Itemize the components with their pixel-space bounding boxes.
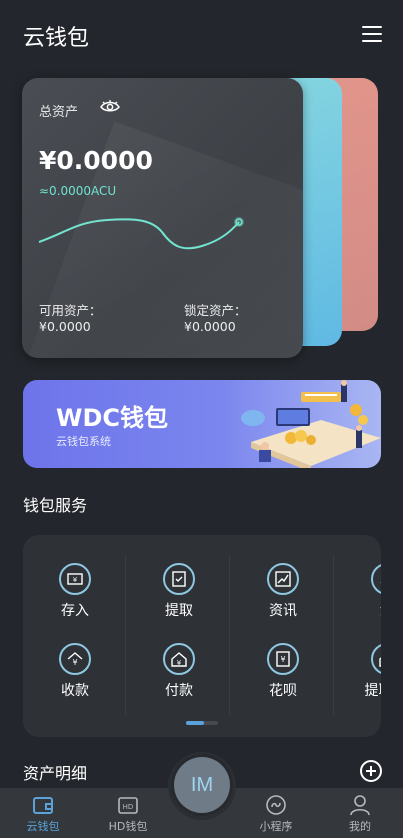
app-title: 云钱包 bbox=[23, 26, 90, 51]
svg-text:¥: ¥ bbox=[177, 659, 182, 667]
app-header: 云钱包 bbox=[0, 0, 403, 70]
available-assets-label: 可用资产： bbox=[39, 303, 102, 318]
nav-mini-program[interactable]: 小程序 bbox=[236, 788, 316, 838]
carousel-pager-active bbox=[186, 721, 204, 725]
service-transfer[interactable]: 划 bbox=[335, 563, 381, 633]
locked-assets-label: 锁定资产： bbox=[184, 303, 247, 318]
service-label: 提取 bbox=[165, 603, 193, 619]
service-label: 花呗 bbox=[269, 683, 297, 699]
banner-subtitle: 云钱包系统 bbox=[56, 435, 111, 448]
trend-wave bbox=[38, 217, 244, 250]
wallet-icon bbox=[33, 797, 53, 814]
news-icon bbox=[267, 563, 299, 595]
im-label: IM bbox=[190, 773, 214, 796]
nav-profile[interactable]: 我的 bbox=[320, 788, 400, 838]
nav-label: 云钱包 bbox=[26, 820, 60, 833]
pay-icon: ¥ bbox=[163, 643, 195, 675]
nav-label: HD钱包 bbox=[108, 820, 148, 833]
transfer-icon bbox=[371, 563, 381, 595]
eye-icon[interactable] bbox=[100, 100, 120, 114]
finance-illustration bbox=[241, 380, 381, 468]
withdraw-icon bbox=[163, 563, 195, 595]
withdraw-ta-icon bbox=[371, 643, 381, 675]
receive-icon: ¥ bbox=[59, 643, 91, 675]
deposit-icon: ¥ bbox=[59, 563, 91, 595]
svg-text:¥: ¥ bbox=[280, 655, 285, 664]
menu-icon[interactable] bbox=[362, 26, 382, 42]
svg-text:¥: ¥ bbox=[72, 658, 77, 667]
svg-text:¥: ¥ bbox=[73, 576, 78, 584]
asset-details-title: 资产明细 bbox=[23, 764, 88, 783]
nav-hd-wallet[interactable]: HD HD钱包 bbox=[88, 788, 168, 838]
nav-cloud-wallet[interactable]: 云钱包 bbox=[3, 788, 83, 838]
profile-icon bbox=[350, 795, 370, 816]
service-news[interactable]: 资讯 bbox=[231, 563, 335, 633]
total-assets-value: ¥0.0000 bbox=[39, 146, 153, 175]
nav-label: 我的 bbox=[349, 820, 371, 833]
total-assets-label: 总资产 bbox=[39, 105, 79, 120]
service-receive[interactable]: ¥ 收款 bbox=[23, 643, 127, 713]
banner-title: WDC钱包 bbox=[56, 404, 169, 432]
service-label: 提取TA bbox=[364, 683, 381, 699]
im-button[interactable]: IM bbox=[174, 757, 230, 813]
svg-text:HD: HD bbox=[123, 803, 134, 811]
service-label: 划 bbox=[335, 603, 381, 620]
services-panel[interactable]: ¥ 存入 提取 资讯 划 ¥ 收款 ¥ 付款 ¥ 花呗 bbox=[23, 535, 381, 737]
asset-card[interactable]: 总资产 ¥0.0000 ≈0.0000ACU 可用资产： ¥0.0000 锁定资… bbox=[22, 78, 303, 358]
mini-program-icon bbox=[266, 795, 286, 815]
service-withdraw-ta[interactable]: 提取TA bbox=[335, 643, 381, 713]
service-label: 资讯 bbox=[269, 603, 297, 619]
available-assets-value: ¥0.0000 bbox=[39, 319, 91, 334]
acu-value: ≈0.0000ACU bbox=[39, 184, 117, 198]
service-deposit[interactable]: ¥ 存入 bbox=[23, 563, 127, 633]
locked-assets-value: ¥0.0000 bbox=[184, 319, 236, 334]
hd-wallet-icon: HD bbox=[118, 797, 138, 814]
service-withdraw[interactable]: 提取 bbox=[127, 563, 231, 633]
nav-label: 小程序 bbox=[259, 820, 293, 833]
wdc-wallet-banner[interactable]: WDC钱包 云钱包系统 bbox=[23, 380, 381, 468]
service-label: 付款 bbox=[165, 683, 193, 699]
services-title: 钱包服务 bbox=[23, 496, 88, 515]
add-icon[interactable] bbox=[360, 760, 382, 782]
service-credit[interactable]: ¥ 花呗 bbox=[231, 643, 335, 713]
service-label: 收款 bbox=[61, 683, 89, 699]
service-pay[interactable]: ¥ 付款 bbox=[127, 643, 231, 713]
service-label: 存入 bbox=[61, 603, 89, 619]
credit-icon: ¥ bbox=[267, 643, 299, 675]
